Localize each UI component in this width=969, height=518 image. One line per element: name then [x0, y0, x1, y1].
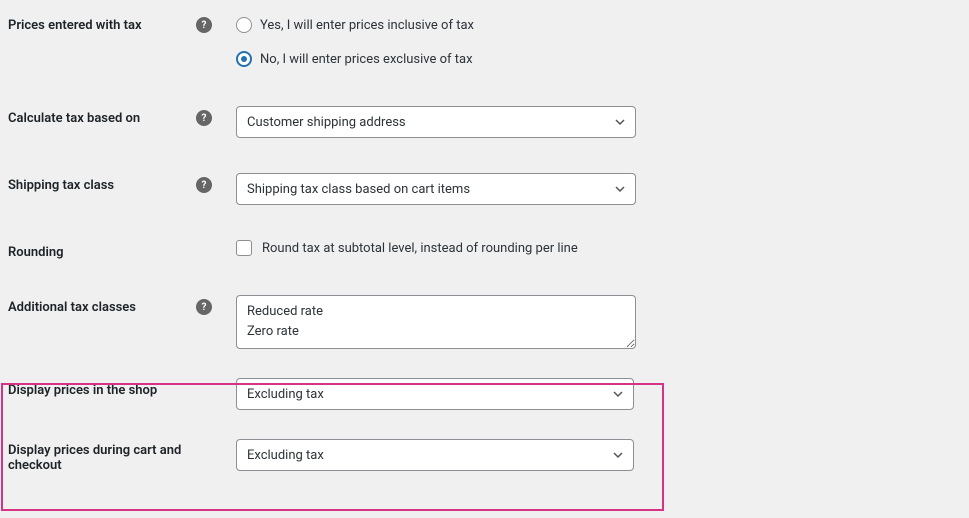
help-icon[interactable]: ? — [196, 110, 212, 126]
label-display-shop: Display prices in the shop — [8, 383, 188, 398]
select-shipping-tax-class[interactable]: Shipping tax class based on cart items — [236, 173, 636, 205]
highlight-section: Display prices in the shop ? Excluding t… — [0, 354, 969, 478]
label-rounding: Rounding — [8, 245, 188, 260]
radio-label-inclusive: Yes, I will enter prices inclusive of ta… — [260, 18, 474, 33]
help-icon[interactable]: ? — [196, 17, 212, 33]
help-icon-spacer: ? — [196, 244, 212, 260]
row-display-cart: Display prices during cart and checkout … — [0, 415, 969, 478]
radio-icon — [236, 17, 252, 33]
select-value: Excluding tax — [247, 387, 324, 402]
label-display-cart: Display prices during cart and checkout — [8, 443, 188, 473]
label-calculate-tax: Calculate tax based on — [8, 111, 188, 126]
row-calculate-tax: Calculate tax based on ? Customer shippi… — [0, 72, 969, 143]
help-icon[interactable]: ? — [196, 299, 212, 315]
select-display-cart[interactable]: Excluding tax — [236, 439, 634, 471]
select-display-shop[interactable]: Excluding tax — [236, 378, 634, 410]
row-rounding: Rounding ? Round tax at subtotal level, … — [0, 210, 969, 265]
help-icon-spacer: ? — [196, 382, 212, 398]
textarea-additional-tax-classes[interactable]: Reduced rate Zero rate — [236, 295, 636, 349]
radio-label-exclusive: No, I will enter prices exclusive of tax — [260, 52, 473, 67]
radio-group-prices-with-tax: Yes, I will enter prices inclusive of ta… — [236, 17, 474, 67]
row-shipping-tax-class: Shipping tax class ? Shipping tax class … — [0, 143, 969, 210]
label-shipping-tax-class: Shipping tax class — [8, 178, 188, 193]
help-icon[interactable]: ? — [196, 177, 212, 193]
checkbox-icon — [236, 240, 252, 256]
select-value: Customer shipping address — [247, 115, 406, 130]
row-additional-tax-classes: Additional tax classes ? Reduced rate Ze… — [0, 265, 969, 354]
select-value: Shipping tax class based on cart items — [247, 182, 470, 197]
label-prices-with-tax: Prices entered with tax — [8, 18, 188, 33]
tax-settings-form: Prices entered with tax ? Yes, I will en… — [0, 0, 969, 478]
radio-option-exclusive[interactable]: No, I will enter prices exclusive of tax — [236, 51, 474, 67]
select-calculate-tax[interactable]: Customer shipping address — [236, 106, 636, 138]
radio-option-inclusive[interactable]: Yes, I will enter prices inclusive of ta… — [236, 17, 474, 33]
select-value: Excluding tax — [247, 448, 324, 463]
radio-icon — [236, 51, 252, 67]
label-additional-tax-classes: Additional tax classes — [8, 300, 188, 315]
row-prices-with-tax: Prices entered with tax ? Yes, I will en… — [0, 0, 969, 72]
checkbox-rounding[interactable]: Round tax at subtotal level, instead of … — [236, 240, 578, 256]
help-icon-spacer: ? — [196, 450, 212, 466]
row-display-shop: Display prices in the shop ? Excluding t… — [0, 354, 969, 415]
checkbox-label-rounding: Round tax at subtotal level, instead of … — [262, 241, 578, 256]
